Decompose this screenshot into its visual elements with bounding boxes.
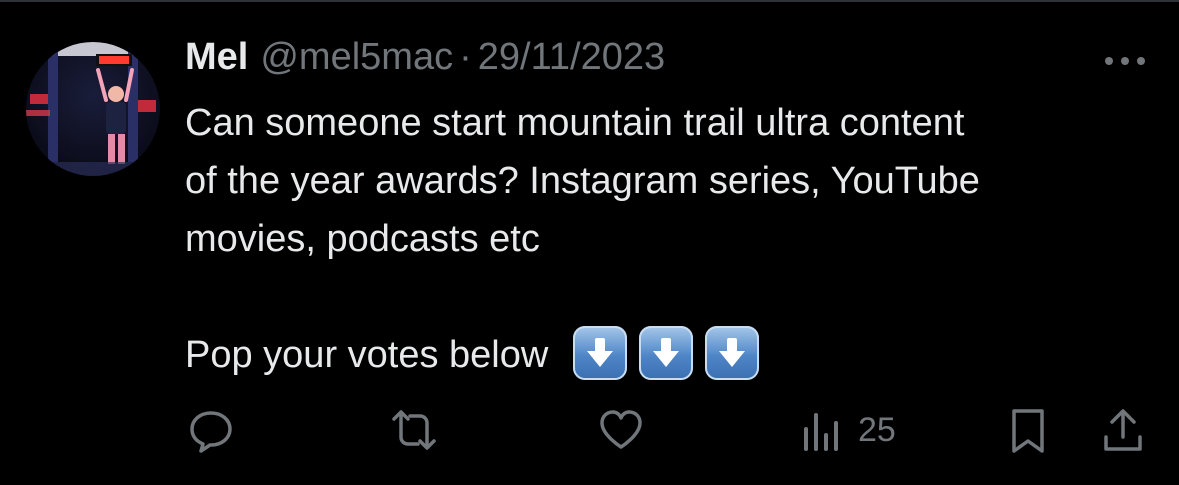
views-button[interactable]: 25 xyxy=(800,400,896,460)
user-handle[interactable]: @mel5mac xyxy=(260,36,453,79)
share-button[interactable] xyxy=(1098,400,1148,460)
bookmark-button[interactable] xyxy=(1008,400,1048,460)
more-options-button[interactable] xyxy=(1100,46,1150,76)
like-button[interactable] xyxy=(596,400,646,460)
action-bar: 25 xyxy=(0,400,1179,460)
retweet-button[interactable] xyxy=(386,400,442,460)
bookmark-icon xyxy=(1012,409,1044,453)
tweet-text-line: movies, podcasts etc xyxy=(185,218,540,260)
down-arrow-emoji xyxy=(638,325,693,380)
display-name[interactable]: Mel xyxy=(185,36,248,79)
down-arrow-icon xyxy=(652,337,679,367)
separator-dot: · xyxy=(459,36,472,78)
more-horizontal-icon xyxy=(1105,57,1145,65)
retweet-icon xyxy=(392,410,436,450)
down-arrow-icon xyxy=(718,337,745,367)
reply-button[interactable] xyxy=(186,400,236,460)
avatar-photo xyxy=(26,42,160,176)
avatar[interactable] xyxy=(26,42,160,176)
share-icon xyxy=(1104,409,1142,451)
down-arrow-icon xyxy=(586,337,613,367)
top-divider xyxy=(0,0,1179,2)
post-date[interactable]: 29/11/2023 xyxy=(478,36,665,79)
tweet-header: Mel @mel5mac · 29/11/2023 xyxy=(185,36,665,86)
down-arrow-emoji xyxy=(704,325,759,380)
down-arrow-emoji xyxy=(572,325,627,380)
views-count: 25 xyxy=(858,410,896,449)
tweet-cta-line: Pop your votes below xyxy=(185,325,1155,384)
emoji-row xyxy=(572,325,759,380)
cta-text: Pop your votes below xyxy=(185,334,549,376)
tweet-text-line: Can someone start mountain trail ultra c… xyxy=(185,102,965,144)
reply-icon xyxy=(190,411,232,453)
heart-icon xyxy=(600,410,642,449)
tweet-text: Can someone start mountain trail ultra c… xyxy=(185,94,1155,384)
views-icon xyxy=(804,413,838,451)
tweet-text-line: of the year awards? Instagram series, Yo… xyxy=(185,160,980,202)
